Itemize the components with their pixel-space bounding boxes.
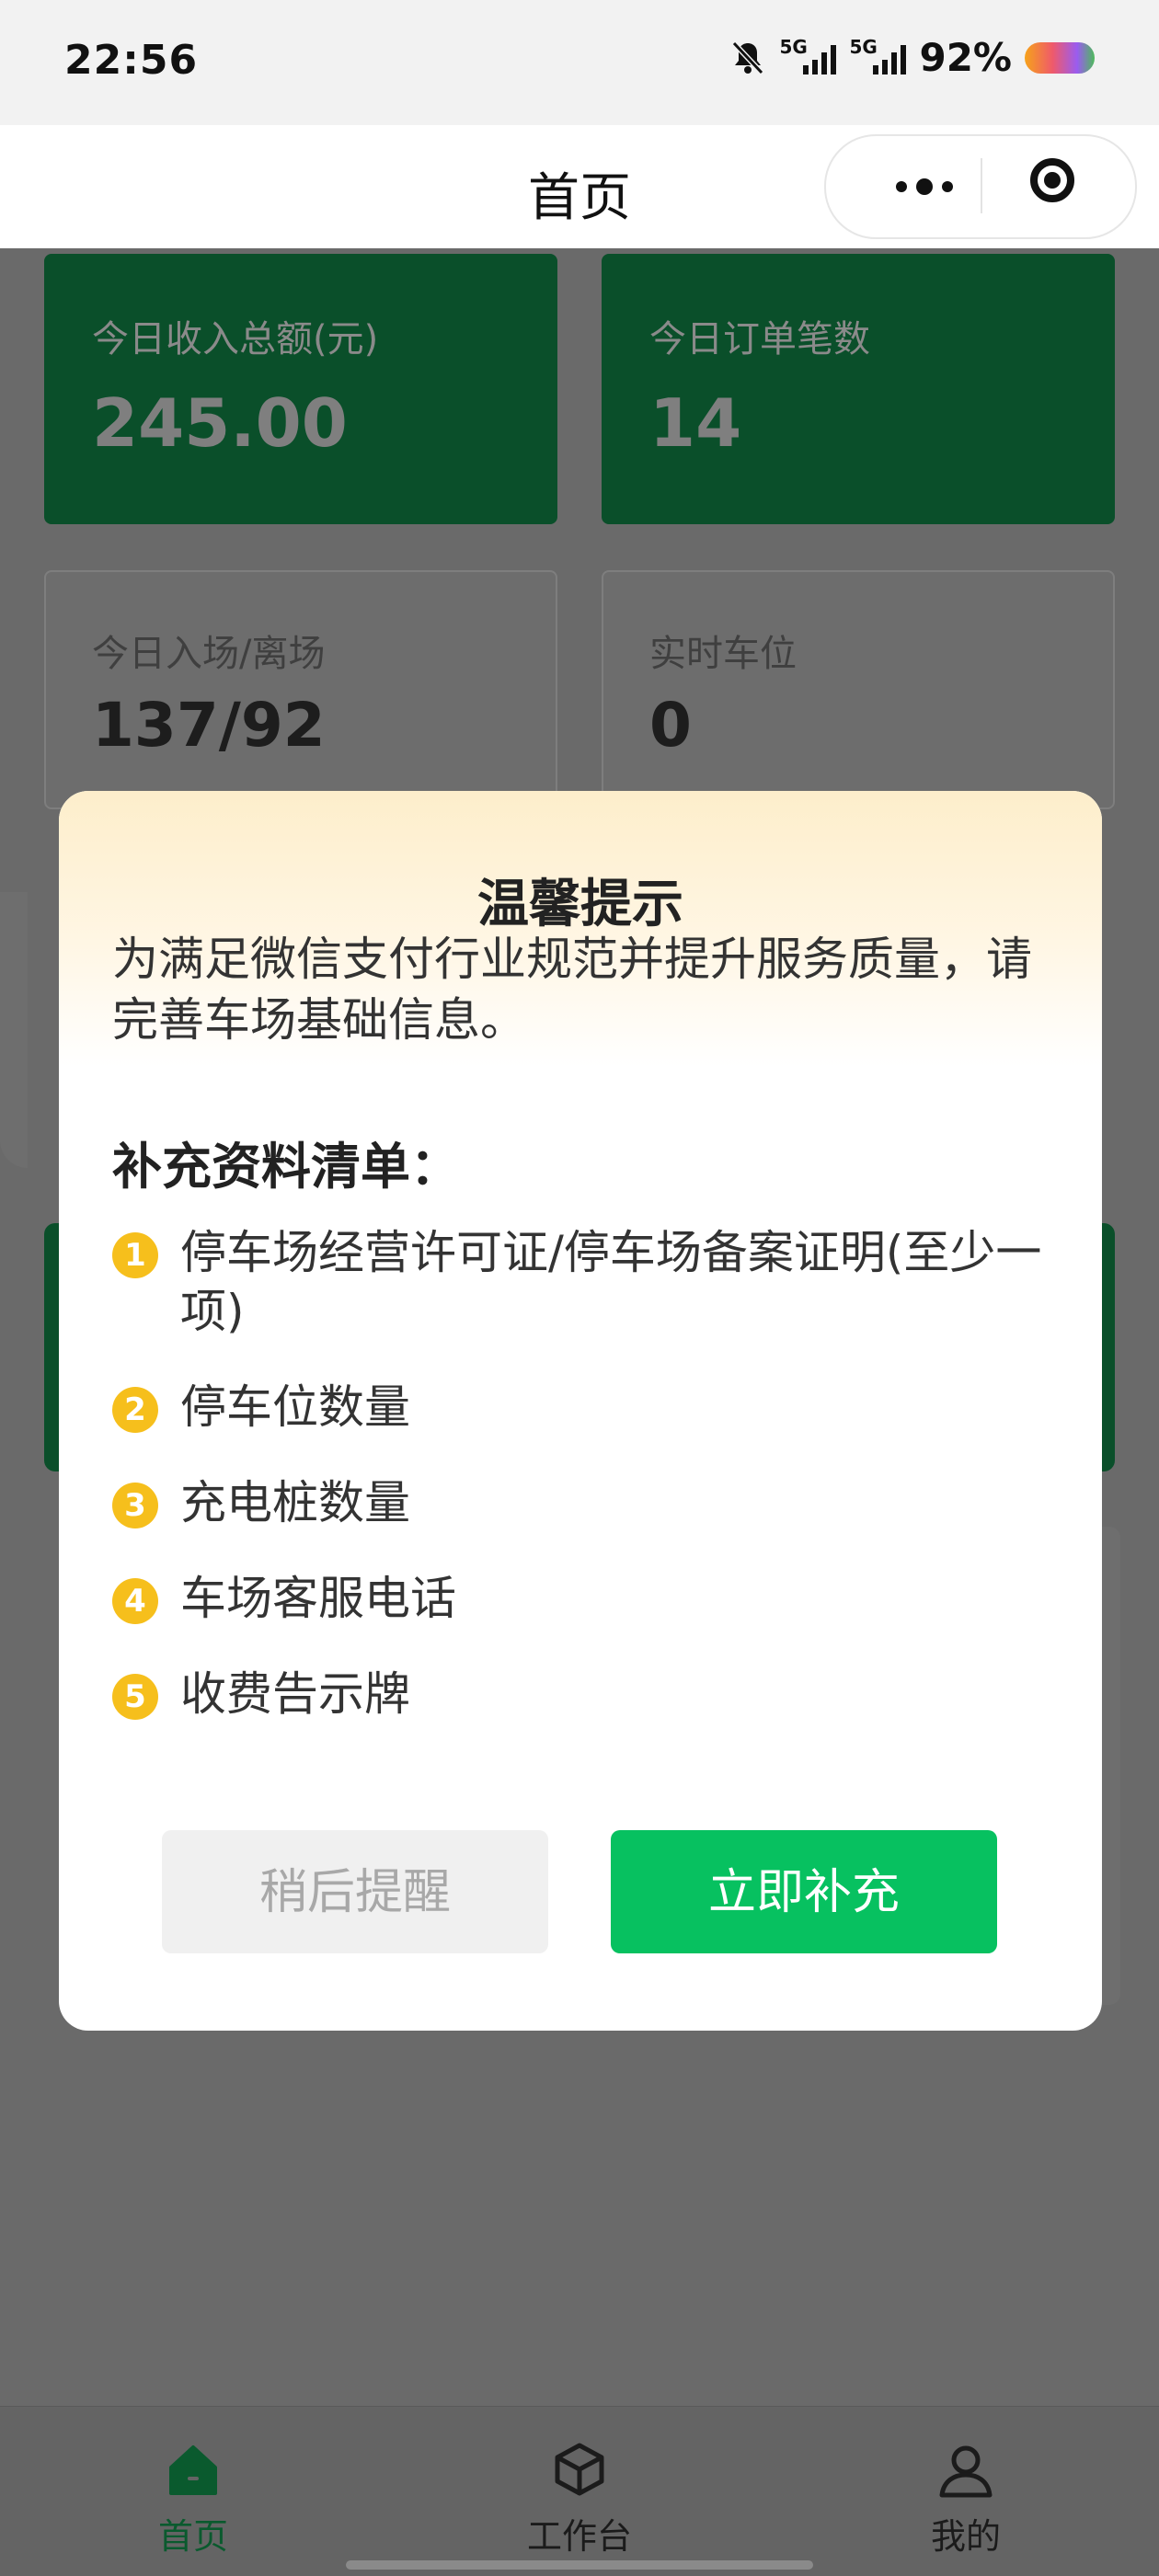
- checklist-item: 4 车场客服电话: [112, 1569, 1050, 1628]
- dialog-message: 为满足微信支付行业规范并提升服务质量，请完善车场基础信息。: [112, 933, 1032, 1047]
- home-indicator[interactable]: [346, 2560, 813, 2570]
- income-label: 今日收入总额(元): [92, 318, 379, 361]
- number-badge: 4: [112, 1578, 158, 1624]
- cube-icon: [555, 2443, 604, 2496]
- mini-program-capsule: [824, 134, 1137, 239]
- income-card[interactable]: 今日收入总额(元) 245.00: [44, 254, 557, 524]
- nav-header: 首页: [0, 125, 1159, 248]
- battery-percent: 92%: [919, 35, 1012, 80]
- spots-value: 0: [649, 690, 692, 761]
- status-indicators: 5G 5G 92%: [729, 35, 1095, 80]
- checklist-item: 5 收费告示牌: [112, 1665, 1050, 1723]
- home-icon: [169, 2445, 217, 2495]
- tab-home[interactable]: 首页: [0, 2407, 386, 2576]
- tab-bar: 首页 工作台 我的: [0, 2406, 1159, 2576]
- notice-dialog: 温馨提示 为满足微信支付行业规范并提升服务质量，请完善车场基础信息。 补充资料清…: [59, 791, 1102, 2031]
- number-badge: 2: [112, 1387, 158, 1433]
- tab-workbench[interactable]: 工作台: [386, 2407, 773, 2576]
- inout-value: 137/92: [92, 690, 326, 761]
- remind-later-button[interactable]: 稍后提醒: [162, 1830, 548, 1953]
- checklist-item-text: 停车位数量: [180, 1380, 410, 1434]
- orders-card[interactable]: 今日订单笔数 14: [602, 254, 1115, 524]
- checklist: 1 停车场经营许可证/停车场备案证明(至少一项) 2 停车位数量 3 充电桩数量…: [112, 1223, 1050, 1760]
- inout-label: 今日入场/离场: [92, 633, 326, 675]
- tab-mine[interactable]: 我的: [773, 2407, 1159, 2576]
- capsule-divider: [981, 158, 982, 213]
- signal-label: 5G: [849, 35, 878, 58]
- checklist-item-text: 充电桩数量: [180, 1476, 410, 1529]
- signal-icon: 5G: [779, 36, 837, 74]
- signal-icon: 5G: [849, 36, 907, 74]
- tab-label: 我的: [930, 2516, 1001, 2557]
- battery-icon: [1025, 41, 1095, 74]
- checklist-item-text: 停车场经营许可证/停车场备案证明(至少一项): [180, 1226, 1042, 1338]
- dialog-title: 温馨提示: [477, 875, 683, 934]
- panel-corner: [0, 892, 28, 1168]
- bell-off-icon: [732, 40, 764, 74]
- checklist-item: 3 充电桩数量: [112, 1473, 1050, 1532]
- status-bar: 22:56 5G 5G 92%: [0, 0, 1159, 125]
- checklist-item-text: 收费告示牌: [180, 1667, 410, 1721]
- number-badge: 5: [112, 1674, 158, 1720]
- orders-label: 今日订单笔数: [649, 318, 870, 361]
- inout-card[interactable]: 今日入场/离场 137/92: [44, 570, 557, 809]
- signal-label: 5G: [779, 35, 808, 58]
- checklist-item-text: 车场客服电话: [180, 1572, 456, 1625]
- spots-label: 实时车位: [649, 633, 797, 675]
- user-icon: [939, 2445, 993, 2498]
- list-card-edge: [1100, 1527, 1120, 2005]
- spots-card[interactable]: 实时车位 0: [602, 570, 1115, 809]
- checklist-title: 补充资料清单：: [112, 1138, 460, 1196]
- complete-now-button[interactable]: 立即补充: [611, 1830, 997, 1953]
- number-badge: 3: [112, 1483, 158, 1528]
- more-dots-icon[interactable]: [870, 136, 979, 237]
- checklist-item: 1 停车场经营许可证/停车场备案证明(至少一项): [112, 1223, 1050, 1341]
- tab-label: 工作台: [526, 2516, 632, 2557]
- income-value: 245.00: [92, 384, 348, 462]
- checklist-item: 2 停车位数量: [112, 1378, 1050, 1437]
- tab-label: 首页: [157, 2516, 228, 2557]
- status-time: 22:56: [64, 37, 199, 84]
- number-badge: 1: [112, 1232, 158, 1278]
- target-icon[interactable]: [1030, 158, 1074, 202]
- orders-value: 14: [649, 384, 742, 462]
